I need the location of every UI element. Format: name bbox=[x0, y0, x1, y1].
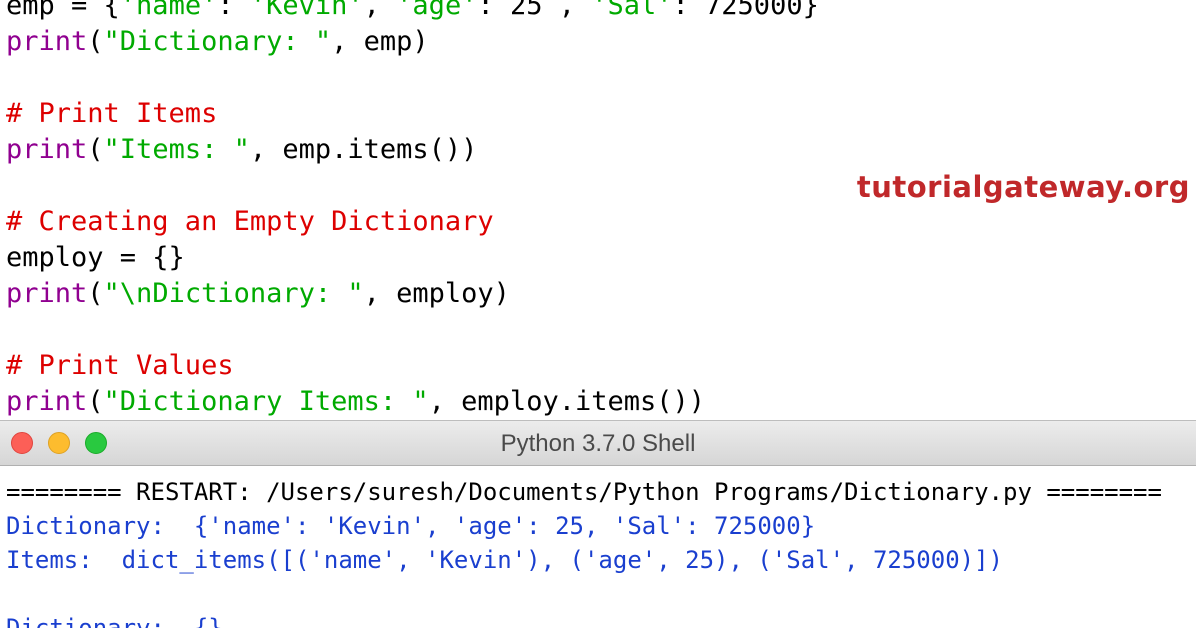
code-string: "Dictionary: " bbox=[103, 26, 332, 57]
code-string: 'Sal' bbox=[591, 0, 673, 21]
shell-window-title: Python 3.7.0 Shell bbox=[500, 430, 696, 457]
code-string: "Dictionary Items: " bbox=[103, 386, 429, 417]
code-token: , emp.items()) bbox=[249, 134, 478, 165]
code-editor[interactable]: emp = {'name': 'Kevin', 'age': 25 , 'Sal… bbox=[0, 0, 1196, 420]
code-line-print-dictionary: print("Dictionary: ", emp) bbox=[6, 24, 429, 60]
code-token: ( bbox=[87, 278, 104, 309]
code-token: ( bbox=[87, 386, 104, 417]
code-builtin: print bbox=[6, 26, 88, 57]
code-builtin: print bbox=[6, 278, 88, 309]
code-string: "Items: " bbox=[103, 134, 250, 165]
code-line-print-employ-items: print("Dictionary Items: ", employ.items… bbox=[6, 384, 705, 420]
shell-output-area[interactable]: ======== RESTART: /Users/suresh/Document… bbox=[0, 466, 1196, 628]
code-builtin: print bbox=[6, 134, 88, 165]
code-string: 'name' bbox=[119, 0, 218, 21]
code-line-emp-assign: emp = {'name': 'Kevin', 'age': 25 , 'Sal… bbox=[6, 0, 819, 24]
shell-titlebar[interactable]: Python 3.7.0 Shell bbox=[0, 420, 1196, 466]
code-token: : 25 , bbox=[477, 0, 592, 21]
shell-output-line: Dictionary: {} bbox=[6, 614, 223, 628]
code-comment-print-values: # Print Values bbox=[6, 350, 234, 381]
code-token: ( bbox=[87, 134, 104, 165]
code-token: : bbox=[217, 0, 250, 21]
code-comment-empty-dictionary: # Creating an Empty Dictionary bbox=[6, 206, 494, 237]
code-string: 'Kevin' bbox=[249, 0, 364, 21]
code-token: , emp) bbox=[331, 26, 429, 57]
code-line-employ-assign: employ = {} bbox=[6, 242, 185, 273]
code-line-print-items: print("Items: ", emp.items()) bbox=[6, 132, 477, 168]
site-watermark: tutorialgateway.org bbox=[856, 170, 1190, 204]
code-string: "\nDictionary: " bbox=[103, 278, 364, 309]
restart-banner: ======== RESTART: /Users/suresh/Document… bbox=[6, 478, 1162, 506]
code-token: , employ) bbox=[363, 278, 510, 309]
shell-output-line: Dictionary: {'name': 'Kevin', 'age': 25,… bbox=[6, 512, 816, 540]
code-token: , bbox=[363, 0, 397, 21]
code-line-print-employ: print("\nDictionary: ", employ) bbox=[6, 276, 510, 312]
code-token: : 725000} bbox=[672, 0, 819, 21]
code-comment-print-items: # Print Items bbox=[6, 98, 218, 129]
code-builtin: print bbox=[6, 386, 88, 417]
code-string: 'age' bbox=[396, 0, 478, 21]
shell-output-line: Items: dict_items([('name', 'Kevin'), ('… bbox=[6, 546, 1003, 574]
screenshot: emp = {'name': 'Kevin', 'age': 25 , 'Sal… bbox=[0, 0, 1196, 628]
code-token: emp = { bbox=[6, 0, 120, 21]
code-token: , employ.items()) bbox=[428, 386, 705, 417]
code-token: ( bbox=[87, 26, 104, 57]
